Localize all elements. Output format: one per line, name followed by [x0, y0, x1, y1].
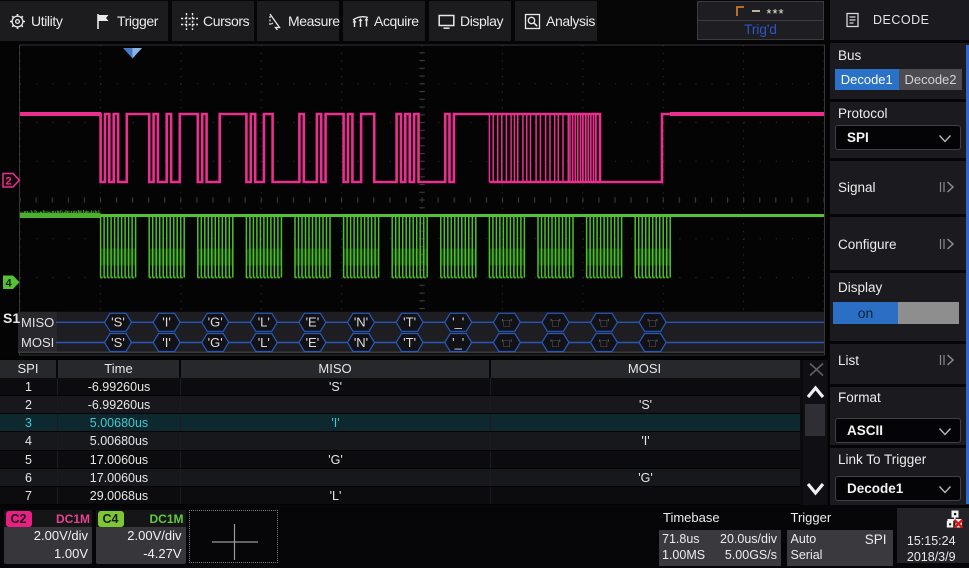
svg-text:2: 2: [5, 175, 11, 187]
svg-text:'T': 'T': [403, 315, 416, 330]
svg-text:'□': '□': [599, 318, 610, 330]
svg-text:'G': 'G': [208, 335, 223, 350]
svg-text:'E': 'E': [306, 335, 320, 350]
svg-text:'□': '□': [647, 318, 658, 330]
svg-text:'L': 'L': [258, 315, 270, 330]
svg-text:'□': '□': [647, 338, 658, 350]
svg-text:'I': 'I': [162, 315, 171, 330]
svg-text:'S': 'S': [111, 335, 125, 350]
svg-text:'N': 'N': [354, 335, 368, 350]
svg-text:'N': 'N': [354, 315, 368, 330]
svg-text:'□': '□': [550, 338, 561, 350]
svg-text:S1: S1: [3, 310, 20, 326]
svg-text:'□': '□': [501, 318, 512, 330]
svg-text:'G': 'G': [208, 315, 223, 330]
svg-text:MISO: MISO: [21, 315, 54, 330]
svg-text:'□': '□': [599, 338, 610, 350]
svg-text:'_': '_': [452, 315, 464, 330]
svg-text:'L': 'L': [258, 335, 270, 350]
svg-text:'S': 'S': [111, 315, 125, 330]
svg-text:'I': 'I': [162, 335, 171, 350]
svg-text:'□': '□': [501, 338, 512, 350]
svg-text:'□': '□': [550, 318, 561, 330]
svg-text:'T': 'T': [403, 335, 416, 350]
svg-text:'E': 'E': [306, 315, 320, 330]
svg-text:MOSI: MOSI: [21, 335, 54, 350]
svg-text:'_': '_': [452, 335, 464, 350]
svg-text:4: 4: [5, 277, 12, 289]
